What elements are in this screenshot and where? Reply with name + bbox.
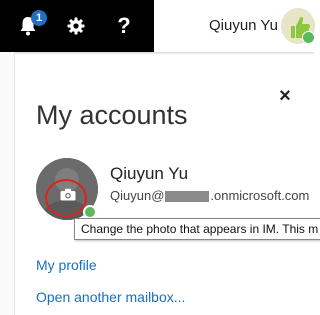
open-another-mailbox-link[interactable]: Open another mailbox... [36,289,185,305]
header-divider [0,52,314,55]
header-user-name[interactable]: Qiuyun Yu [209,17,278,34]
account-name: Qiuyun Yu [110,164,189,183]
notification-count-badge: 1 [31,10,47,26]
presence-available-icon [83,205,97,219]
top-bar: 1 ? Qiuyun Yu [0,0,315,52]
header-presence-status-icon [302,31,315,44]
notifications-button[interactable]: 1 [4,0,52,52]
camera-icon[interactable] [60,188,76,201]
settings-button[interactable] [52,0,100,52]
account-email-prefix: Qiuyun@ [110,188,165,203]
my-profile-link[interactable]: My profile [36,257,97,273]
change-photo-tooltip: Change the photo that appears in IM. Thi… [74,218,320,240]
background-pane-edge [0,52,15,315]
gear-icon [67,17,85,35]
close-button[interactable]: × [274,85,296,107]
redacted-block [165,191,210,203]
help-button[interactable]: ? [100,0,148,52]
account-email-suffix: .onmicrosoft.com [210,188,310,203]
account-email: Qiuyun@ .onmicrosoft.com [110,188,309,203]
help-icon: ? [117,13,131,38]
panel-title: My accounts [36,100,188,131]
close-icon: × [279,85,291,107]
